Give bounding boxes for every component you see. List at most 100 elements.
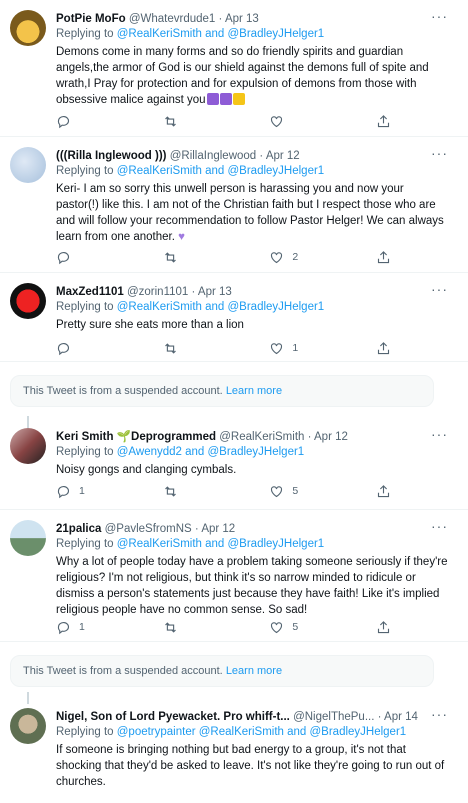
like-button[interactable]: 5 bbox=[269, 482, 329, 500]
suspended-text: This Tweet is from a suspended account. bbox=[23, 665, 223, 677]
tweet-header: MaxZed1101 @zorin1101 · Apr 13 bbox=[56, 285, 458, 299]
tweet-text: Pretty sure she eats more than a lion bbox=[56, 319, 244, 331]
retweet-icon bbox=[164, 485, 176, 497]
heart-icon bbox=[271, 621, 283, 633]
tweet-date[interactable]: Apr 12 bbox=[201, 523, 235, 535]
avatar[interactable] bbox=[10, 10, 46, 46]
retweet-icon bbox=[164, 621, 176, 633]
like-button[interactable]: 1 bbox=[269, 339, 329, 357]
share-icon bbox=[377, 341, 390, 354]
tweet-card[interactable]: Nigel, Son of Lord Pyewacket. Pro whiff-… bbox=[0, 698, 468, 803]
tweet-date[interactable]: Apr 12 bbox=[266, 150, 300, 162]
tweet-date[interactable]: Apr 13 bbox=[225, 13, 259, 25]
replying-to-label: Replying to bbox=[56, 301, 114, 313]
tweet-date[interactable]: Apr 12 bbox=[314, 431, 348, 443]
replying-to-links[interactable]: @Awenydd2 and @BradleyJHelger1 bbox=[117, 446, 304, 458]
author-name[interactable]: (((Rilla Inglewood ))) bbox=[56, 150, 167, 162]
avatar[interactable] bbox=[10, 283, 46, 319]
author-name[interactable]: MaxZed1101 bbox=[56, 286, 124, 298]
more-options-icon[interactable]: ··· bbox=[431, 706, 448, 722]
heart-icon bbox=[271, 115, 283, 127]
tweet-card[interactable]: (((Rilla Inglewood ))) @RillaInglewood ·… bbox=[0, 137, 468, 273]
like-button[interactable] bbox=[269, 112, 329, 130]
emoji-icon bbox=[232, 93, 245, 105]
reply-icon bbox=[57, 251, 70, 264]
tweet-card[interactable]: PotPie MoFo @Whatevrdude1 · Apr 13 ··· R… bbox=[0, 0, 468, 137]
suspended-text: This Tweet is from a suspended account. bbox=[23, 385, 223, 397]
share-button[interactable] bbox=[376, 248, 396, 266]
tweet-date[interactable]: Apr 14 bbox=[384, 711, 418, 723]
tweet-header: (((Rilla Inglewood ))) @RillaInglewood ·… bbox=[56, 149, 458, 163]
avatar[interactable] bbox=[10, 428, 46, 464]
like-button[interactable]: 5 bbox=[269, 618, 329, 636]
replying-to-label: Replying to bbox=[56, 165, 114, 177]
author-name[interactable]: 21palica bbox=[56, 523, 101, 535]
replying-to-links[interactable]: @RealKeriSmith and @BradleyJHelger1 bbox=[117, 301, 324, 313]
reply-icon bbox=[57, 621, 70, 634]
reply-button[interactable]: 1 bbox=[56, 618, 116, 636]
author-handle[interactable]: @Whatevrdude1 bbox=[129, 13, 215, 25]
share-button[interactable] bbox=[376, 339, 396, 357]
reply-icon bbox=[57, 115, 70, 128]
author-name[interactable]: Nigel, Son of Lord Pyewacket. Pro whiff-… bbox=[56, 711, 290, 723]
avatar[interactable] bbox=[10, 520, 46, 556]
author-handle[interactable]: @PavleSfromNS bbox=[105, 523, 192, 535]
replying-to: Replying to @RealKeriSmith and @BradleyJ… bbox=[56, 28, 324, 40]
more-options-icon[interactable]: ··· bbox=[431, 8, 448, 24]
reply-button[interactable] bbox=[56, 112, 116, 130]
learn-more-link[interactable]: Learn more bbox=[226, 665, 282, 677]
tweet-card[interactable]: MaxZed1101 @zorin1101 · Apr 13 ··· Reply… bbox=[0, 273, 468, 362]
share-button[interactable] bbox=[376, 112, 396, 130]
share-button[interactable] bbox=[376, 482, 396, 500]
emoji-icon bbox=[206, 93, 219, 105]
more-options-icon[interactable]: ··· bbox=[431, 281, 448, 297]
share-icon bbox=[377, 484, 390, 497]
like-count: 1 bbox=[292, 342, 299, 354]
learn-more-link[interactable]: Learn more bbox=[226, 385, 282, 397]
avatar[interactable] bbox=[10, 708, 46, 744]
author-handle[interactable]: @RealKeriSmith bbox=[219, 431, 304, 443]
tweet-header: Nigel, Son of Lord Pyewacket. Pro whiff-… bbox=[56, 710, 458, 724]
retweet-button[interactable] bbox=[163, 482, 223, 500]
retweet-button[interactable] bbox=[163, 112, 223, 130]
tweet-header: 21palica @PavleSfromNS · Apr 12 bbox=[56, 522, 458, 536]
replying-to-links[interactable]: @RealKeriSmith and @BradleyJHelger1 bbox=[117, 538, 324, 550]
replying-to-label: Replying to bbox=[56, 28, 114, 40]
author-name[interactable]: PotPie MoFo bbox=[56, 13, 126, 25]
more-options-icon[interactable]: ··· bbox=[431, 426, 448, 442]
share-icon bbox=[377, 620, 390, 633]
tweet-date[interactable]: Apr 13 bbox=[198, 286, 232, 298]
tweet-card[interactable]: 21palica @PavleSfromNS · Apr 12 ··· Repl… bbox=[0, 510, 468, 642]
share-icon bbox=[377, 250, 390, 263]
author-handle[interactable]: @NigelThePu... bbox=[293, 711, 374, 723]
author-handle[interactable]: @RillaInglewood bbox=[170, 150, 256, 162]
replying-to-label: Replying to bbox=[56, 538, 114, 550]
suspended-tweet-notice: This Tweet is from a suspended account. … bbox=[10, 375, 434, 407]
like-button[interactable]: 2 bbox=[269, 248, 329, 266]
share-icon bbox=[377, 114, 390, 127]
retweet-button[interactable] bbox=[163, 248, 223, 266]
tweet-card[interactable]: Keri Smith 🌱Deprogrammed @RealKeriSmith … bbox=[0, 418, 468, 510]
retweet-button[interactable] bbox=[163, 618, 223, 636]
reply-button[interactable] bbox=[56, 339, 116, 357]
tweet-text: Keri- I am so sorry this unwell person i… bbox=[56, 181, 448, 245]
heart-icon bbox=[271, 251, 283, 263]
author-name[interactable]: Keri Smith 🌱Deprogrammed bbox=[56, 431, 216, 443]
tweet-text-content: Keri- I am so sorry this unwell person i… bbox=[56, 183, 444, 243]
avatar[interactable] bbox=[10, 147, 46, 183]
more-options-icon[interactable]: ··· bbox=[431, 145, 448, 161]
reply-button[interactable]: 1 bbox=[56, 482, 116, 500]
retweet-button[interactable] bbox=[163, 339, 223, 357]
reply-icon bbox=[57, 342, 70, 355]
reply-button[interactable] bbox=[56, 248, 116, 266]
tweet-text: Noisy gongs and clanging cymbals. bbox=[56, 464, 237, 476]
retweet-icon bbox=[164, 342, 176, 354]
replying-to-links[interactable]: @RealKeriSmith and @BradleyJHelger1 bbox=[117, 28, 324, 40]
tweet-actions bbox=[56, 112, 396, 130]
replying-to-links[interactable]: @RealKeriSmith and @BradleyJHelger1 bbox=[117, 165, 324, 177]
replying-to-links[interactable]: @poetrypainter @RealKeriSmith and @Bradl… bbox=[117, 726, 406, 738]
author-handle[interactable]: @zorin1101 bbox=[127, 286, 188, 298]
share-button[interactable] bbox=[376, 618, 396, 636]
more-options-icon[interactable]: ··· bbox=[431, 518, 448, 534]
tweet-header: Keri Smith 🌱Deprogrammed @RealKeriSmith … bbox=[56, 430, 458, 444]
